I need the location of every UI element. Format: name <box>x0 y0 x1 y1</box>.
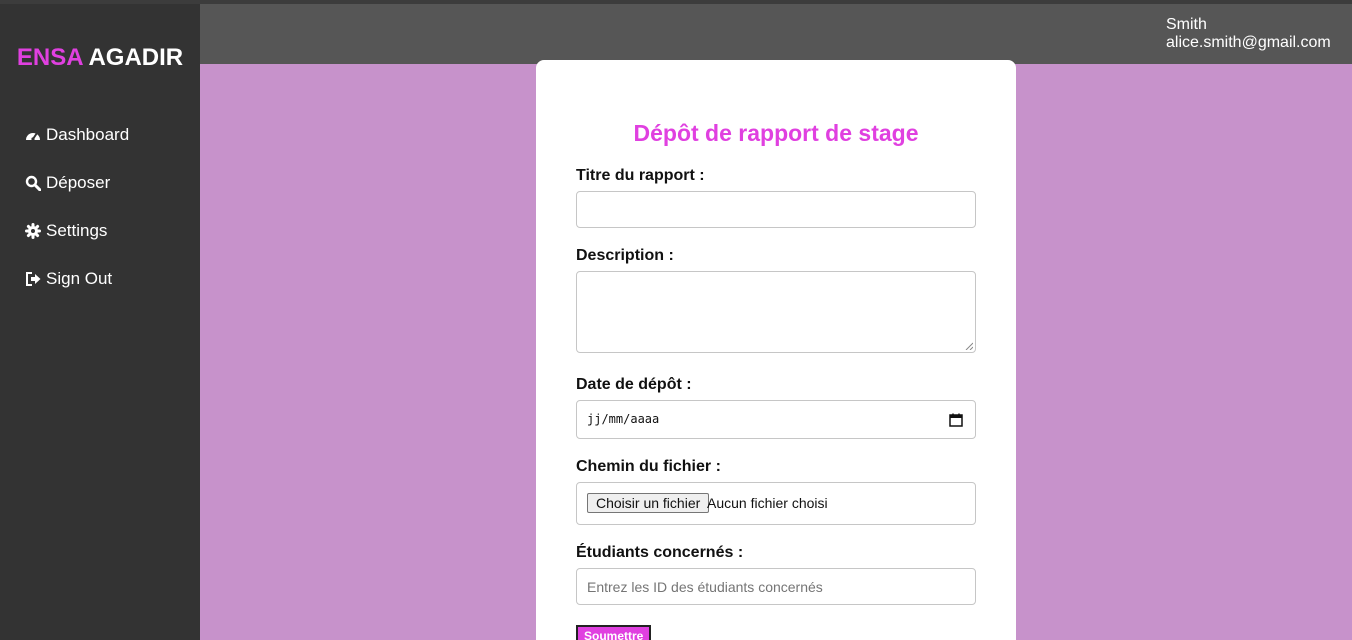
description-textarea[interactable] <box>576 271 976 353</box>
user-name: Smith <box>1166 16 1207 33</box>
calendar-icon[interactable] <box>949 413 963 427</box>
title-label: Titre du rapport : <box>576 167 705 184</box>
date-label: Date de dépôt : <box>576 376 692 393</box>
file-label: Chemin du fichier : <box>576 458 721 475</box>
sidebar-item-deposer[interactable]: Déposer <box>24 170 129 196</box>
search-icon <box>24 174 42 192</box>
brand-accent: ENSA <box>16 44 83 71</box>
brand-name: AGADIR <box>88 44 184 71</box>
sign-out-icon <box>24 270 42 288</box>
sidebar-nav: Dashboard Déposer Settings Sign Out <box>24 122 129 314</box>
choose-file-button[interactable]: Choisir un fichier <box>587 493 710 513</box>
user-email: alice.smith@gmail.com <box>1166 34 1331 51</box>
top-header: Smith alice.smith@gmail.com <box>200 4 1352 64</box>
students-label: Étudiants concernés : <box>576 544 744 561</box>
sidebar-item-settings[interactable]: Settings <box>24 218 129 244</box>
sidebar-item-label: Sign Out <box>46 269 113 288</box>
brand-logo: ENSA AGADIR <box>0 44 200 72</box>
description-label: Description : <box>576 247 674 264</box>
user-info: Smith alice.smith@gmail.com <box>1166 16 1331 52</box>
submit-button[interactable]: Soumettre <box>576 625 652 640</box>
students-placeholder: Entrez les ID des étudiants concernés <box>587 579 823 595</box>
sidebar-item-label: Settings <box>46 221 108 240</box>
date-input[interactable]: jj/mm/aaaa <box>576 400 976 439</box>
title-input[interactable] <box>576 191 976 228</box>
form-title: Dépôt de rapport de stage <box>633 120 919 146</box>
sidebar: ENSA AGADIR Dashboard Déposer Settings S… <box>0 4 200 640</box>
file-input: Choisir un fichier Aucun fichier choisi <box>576 482 976 525</box>
sidebar-item-label: Dashboard <box>46 125 130 144</box>
date-placeholder: jj/mm/aaaa <box>587 412 660 426</box>
students-input[interactable]: Entrez les ID des étudiants concernés <box>576 568 976 605</box>
sidebar-item-dashboard[interactable]: Dashboard <box>24 122 129 148</box>
file-status: Aucun fichier choisi <box>707 495 828 511</box>
gear-icon <box>24 222 42 240</box>
resize-grip-icon[interactable] <box>965 342 973 350</box>
sidebar-item-label: Déposer <box>46 173 111 192</box>
sidebar-item-sign-out[interactable]: Sign Out <box>24 266 129 292</box>
tachometer-icon <box>24 126 42 144</box>
form-card: Dépôt de rapport de stage Titre du rappo… <box>536 60 1016 640</box>
